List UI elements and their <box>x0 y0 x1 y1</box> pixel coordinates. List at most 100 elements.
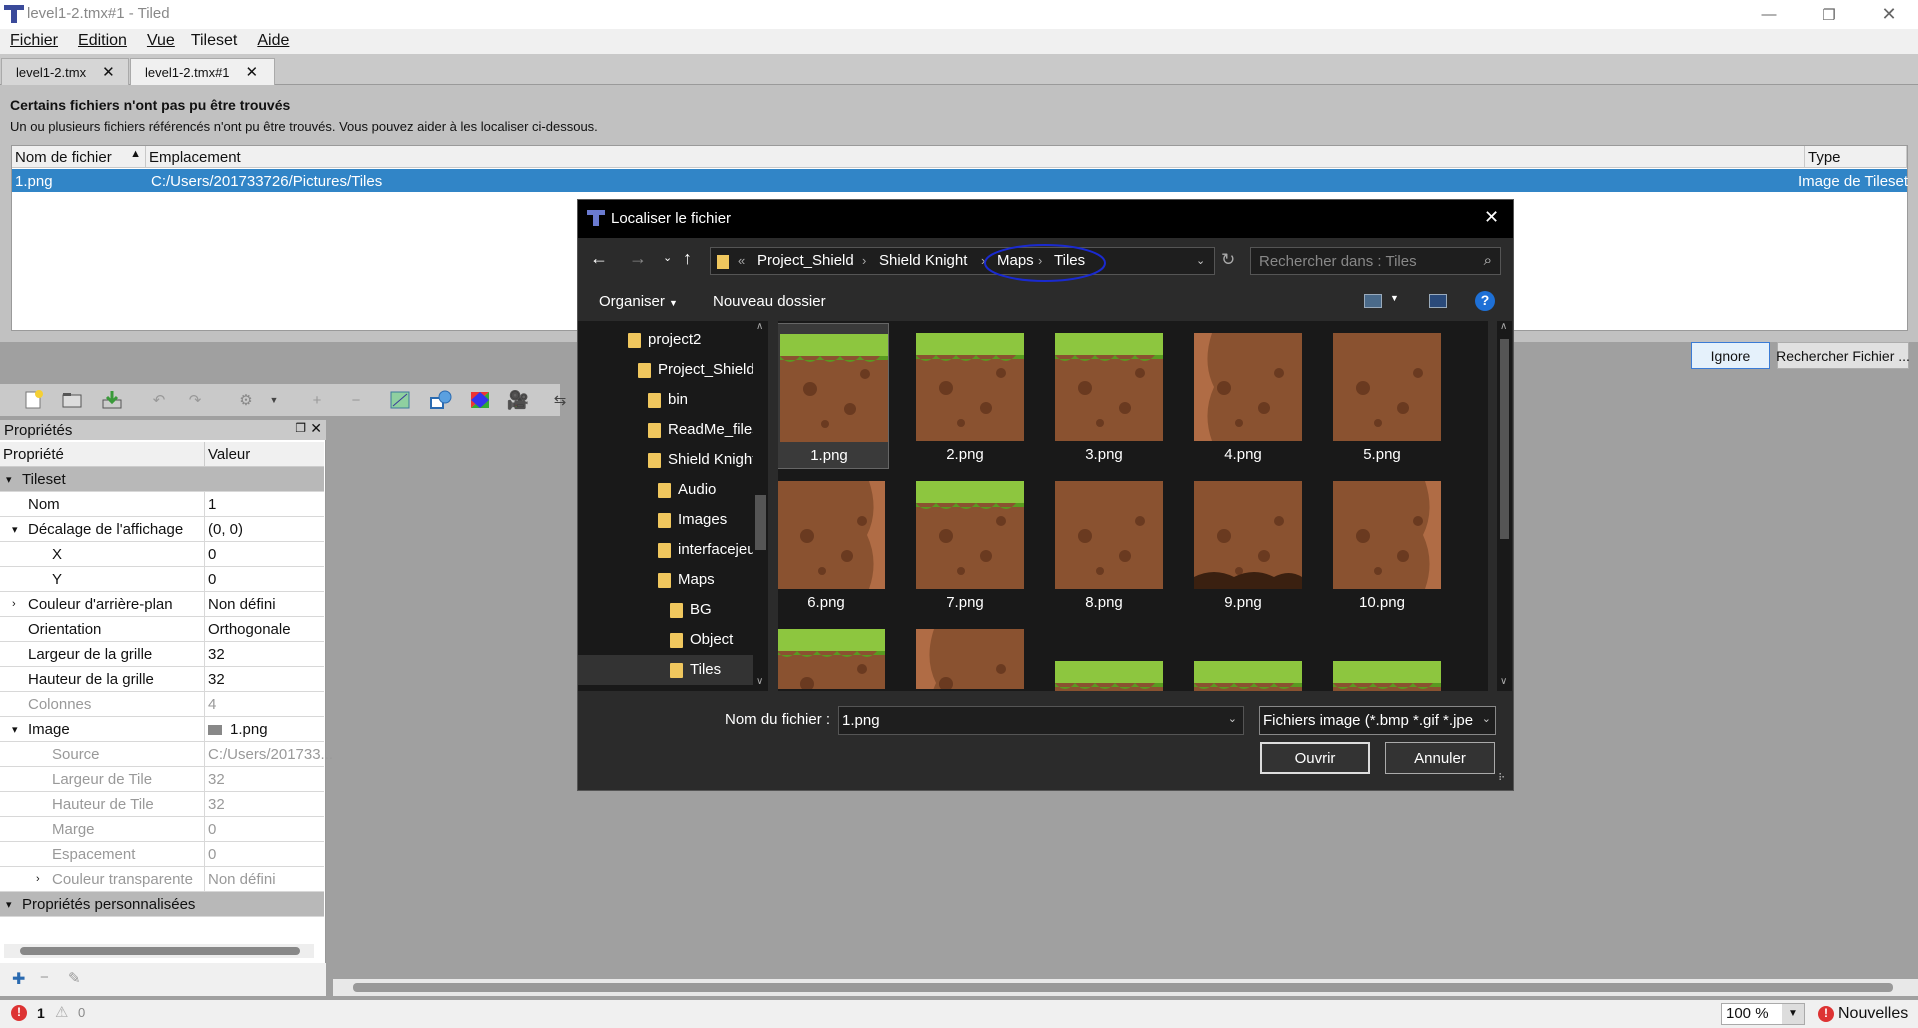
column-header-location[interactable]: Emplacement <box>146 146 1805 168</box>
file-item[interactable]: 1.png <box>778 323 889 469</box>
menu-vue[interactable]: Vue <box>137 29 185 54</box>
ignore-button[interactable]: Ignore <box>1691 342 1770 369</box>
breadcrumb-project-shield[interactable]: Project_Shield <box>757 252 854 269</box>
new-folder-button[interactable]: Nouveau dossier <box>713 293 826 310</box>
property-row[interactable]: Espacement 0 <box>0 842 324 867</box>
nav-folder-item[interactable]: project2 <box>578 325 753 355</box>
dialog-close-icon[interactable]: ✕ <box>1484 207 1499 228</box>
canvas-horizontal-scrollbar[interactable] <box>333 979 1918 996</box>
file-item[interactable] <box>1333 661 1441 691</box>
property-row[interactable]: Colonnes 4 <box>0 692 324 717</box>
restore-icon[interactable]: ❐ <box>1806 0 1852 29</box>
address-bar[interactable]: « Project_Shield › Shield Knight › Maps … <box>710 244 1215 282</box>
property-row[interactable]: Orientation Orthogonale <box>0 617 324 642</box>
add-property-icon[interactable]: ✚ <box>12 969 25 989</box>
terrain-colors-icon[interactable] <box>468 389 492 411</box>
news-button[interactable]: Nouvelles <box>1838 1005 1908 1023</box>
expand-icon[interactable]: ▾ <box>6 473 12 486</box>
expand-icon[interactable]: › <box>12 598 16 610</box>
nav-folder-item[interactable]: bin <box>578 385 753 415</box>
property-row[interactable]: › Couleur transparente Non défini <box>0 867 324 892</box>
zoom-select[interactable]: 100 % ▼ <box>1721 1003 1805 1025</box>
menu-edition[interactable]: Edition <box>68 29 137 54</box>
preview-pane-icon[interactable] <box>1429 294 1447 308</box>
scrollbar-thumb[interactable] <box>353 983 1893 992</box>
view-mode-icon[interactable] <box>1364 294 1382 308</box>
filename-input[interactable]: 1.png ⌄ <box>838 706 1244 735</box>
dropdown-arrow-icon[interactable]: ▼ <box>262 389 286 411</box>
tab-close-icon[interactable]: ✕ <box>246 63 259 81</box>
property-row[interactable]: Largeur de Tile 32 <box>0 767 324 792</box>
warning-icon[interactable]: ⚠ <box>55 1003 68 1021</box>
file-item[interactable]: 5.png <box>1312 323 1442 468</box>
new-icon[interactable] <box>22 389 46 411</box>
property-row[interactable]: ▾ Décalage de l'affichage (0, 0) <box>0 517 324 542</box>
menu-aide[interactable]: Aide <box>247 29 299 54</box>
nav-folder-item[interactable]: Project_Shield <box>578 355 753 385</box>
property-row[interactable]: Hauteur de Tile 32 <box>0 792 324 817</box>
panel-close-icon[interactable]: ✕ <box>310 420 322 437</box>
scrollbar-thumb[interactable] <box>1500 339 1509 539</box>
menu-tileset[interactable]: Tileset <box>185 29 248 54</box>
rename-property-icon[interactable]: ✎ <box>68 969 81 987</box>
breadcrumb-shield-knight[interactable]: Shield Knight <box>879 252 967 269</box>
tab-close-icon[interactable]: ✕ <box>102 63 115 81</box>
expand-icon[interactable]: ▾ <box>6 898 12 911</box>
column-header-filename[interactable]: Nom de fichier ▲ <box>12 146 146 168</box>
remove-icon[interactable]: − <box>344 389 368 411</box>
file-item[interactable] <box>1055 661 1163 691</box>
property-row[interactable]: ▾ Tileset <box>0 467 324 492</box>
grid-scrollbar[interactable]: ∧ ∨ <box>1497 321 1512 691</box>
help-icon[interactable]: ? <box>1475 291 1495 311</box>
minimize-icon[interactable]: — <box>1746 0 1792 29</box>
remove-property-icon[interactable]: − <box>40 969 49 986</box>
file-item[interactable]: 3.png <box>1034 323 1164 468</box>
recent-locations-icon[interactable]: ⌄ <box>663 251 672 264</box>
forward-icon[interactable]: → <box>629 248 647 269</box>
resize-grip-icon[interactable]: ⠗ <box>1498 773 1505 784</box>
open-button[interactable]: Ouvrir <box>1260 742 1370 774</box>
property-row[interactable]: Nom 1 <box>0 492 324 517</box>
organize-menu[interactable]: Organiser ▼ <box>599 293 678 310</box>
nav-folder-item[interactable]: Audio <box>578 475 753 505</box>
close-icon[interactable]: ✕ <box>1866 0 1912 29</box>
expand-icon[interactable]: ▾ <box>12 723 18 736</box>
back-icon[interactable]: ← <box>590 248 608 269</box>
tab-level1-2-tmx[interactable]: level1-2.tmx ✕ <box>1 58 129 85</box>
tileset-settings-icon[interactable]: ⚙ <box>234 389 258 411</box>
search-input[interactable]: Rechercher dans : Tiles ⌕ <box>1250 247 1501 275</box>
column-header-type[interactable]: Type <box>1805 146 1907 168</box>
redo-icon[interactable]: ↷ <box>183 389 207 411</box>
horizontal-scrollbar[interactable] <box>4 944 314 958</box>
tab-level1-2-tmx-1[interactable]: level1-2.tmx#1 ✕ <box>130 58 275 85</box>
property-row[interactable]: Marge 0 <box>0 817 324 842</box>
expand-icon[interactable]: › <box>36 873 40 885</box>
file-item[interactable]: 2.png <box>895 323 1025 468</box>
nav-scrollbar[interactable]: ∧ ∨ <box>753 321 768 691</box>
nav-folder-item[interactable]: Shield Knight <box>578 445 753 475</box>
property-row[interactable]: Hauteur de la grille 32 <box>0 667 324 692</box>
property-row[interactable]: X0 <box>0 542 324 567</box>
menu-fichier[interactable]: Fichier <box>0 29 68 54</box>
property-row[interactable]: › Couleur d'arrière-plan Non défini <box>0 592 324 617</box>
refresh-icon[interactable]: ↻ <box>1221 250 1235 270</box>
scrollbar-thumb[interactable] <box>20 947 300 955</box>
file-item[interactable]: 6.png <box>778 471 886 616</box>
search-file-button[interactable]: Rechercher Fichier ... <box>1776 342 1910 369</box>
shapes-icon[interactable] <box>429 389 453 411</box>
cancel-button[interactable]: Annuler <box>1385 742 1495 774</box>
property-row[interactable]: Largeur de la grille 32 <box>0 642 324 667</box>
expand-icon[interactable]: ▾ <box>12 523 18 536</box>
swap-icon[interactable]: ⇆ <box>548 389 572 411</box>
nav-folder-item[interactable]: ReadMe_files <box>578 415 753 445</box>
file-item[interactable]: 9.png <box>1173 471 1303 616</box>
address-history-icon[interactable]: ⌄ <box>1196 254 1205 267</box>
nav-folder-item[interactable]: interfacejeu <box>578 535 753 565</box>
file-item[interactable] <box>778 629 885 689</box>
save-icon[interactable] <box>100 389 124 411</box>
camera-icon[interactable]: 🎥 <box>506 389 530 411</box>
edit-collision-icon[interactable] <box>388 389 412 411</box>
nav-folder-item[interactable]: Maps <box>578 565 753 595</box>
error-icon[interactable]: ! <box>11 1005 27 1021</box>
up-icon[interactable]: ↑ <box>683 248 692 269</box>
